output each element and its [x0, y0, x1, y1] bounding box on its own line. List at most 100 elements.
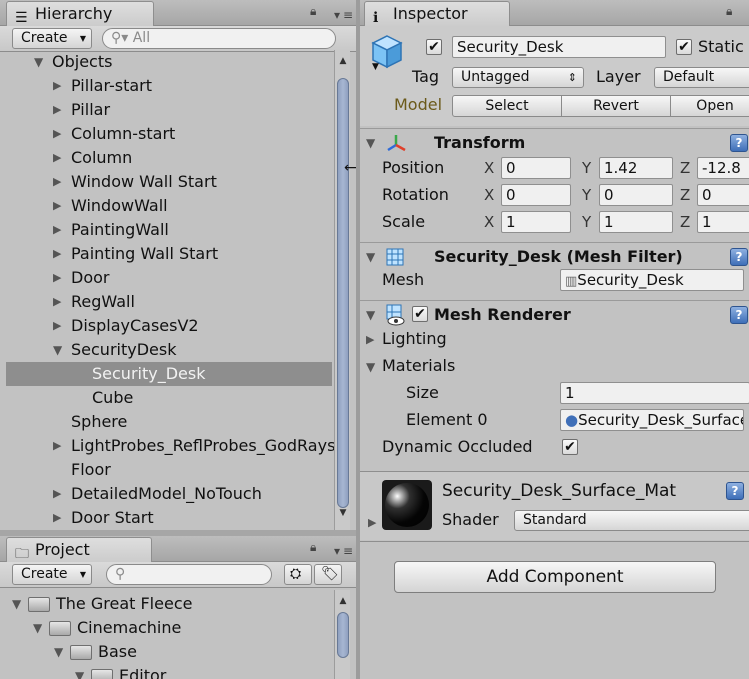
- mesh-renderer-header[interactable]: ▼ ✔ Mesh Renderer ?: [360, 300, 749, 328]
- collapsed-arrow-icon[interactable]: ▶: [53, 122, 61, 146]
- filter-by-type-button[interactable]: ⛭: [284, 564, 312, 585]
- expanded-arrow-icon[interactable]: ▼: [53, 338, 62, 362]
- rotation-z-label[interactable]: Z: [680, 184, 690, 206]
- tag-dropdown[interactable]: Untagged ⇕: [452, 67, 584, 88]
- project-folder-row[interactable]: ▼ Base: [0, 640, 334, 664]
- collapsed-arrow-icon[interactable]: ▶: [53, 314, 61, 338]
- project-scroll-thumb[interactable]: [337, 612, 349, 658]
- hierarchy-row[interactable]: ▶ Window Wall Start: [6, 170, 332, 194]
- lighting-collapsed-arrow-icon[interactable]: ▶: [366, 333, 374, 346]
- static-toggle[interactable]: ✔: [676, 39, 692, 55]
- mesh-object-field[interactable]: ▥Security_Desk: [560, 269, 744, 291]
- materials-size-field[interactable]: 1: [560, 382, 749, 404]
- active-toggle[interactable]: ✔: [426, 39, 442, 55]
- expanded-arrow-icon[interactable]: ▼: [366, 136, 375, 150]
- position-x-label[interactable]: X: [484, 157, 494, 179]
- expanded-arrow-icon[interactable]: ▼: [366, 250, 375, 264]
- help-icon[interactable]: ?: [726, 482, 744, 500]
- scale-x-label[interactable]: X: [484, 211, 494, 233]
- collapsed-arrow-icon[interactable]: ▶: [53, 506, 61, 530]
- hierarchy-row[interactable]: ▶ Door Start: [6, 506, 332, 530]
- mesh-renderer-enabled-toggle[interactable]: ✔: [412, 306, 428, 322]
- layer-dropdown[interactable]: Default: [654, 67, 749, 88]
- panel-menu-icon[interactable]: ▾≡: [334, 544, 356, 558]
- project-folder-row[interactable]: ▼ The Great Fleece: [0, 592, 334, 616]
- scale-z-field[interactable]: 1: [697, 211, 749, 233]
- hierarchy-row[interactable]: ▼ Objects: [6, 50, 332, 74]
- hierarchy-row[interactable]: ▶ DisplayCasesV2: [6, 314, 332, 338]
- model-open-button[interactable]: Open: [670, 95, 749, 117]
- hierarchy-row[interactable]: ▶ PaintingWall: [6, 218, 332, 242]
- mesh-filter-header[interactable]: ▼ Security_Desk (Mesh Filter) ?: [360, 242, 749, 270]
- expanded-arrow-icon[interactable]: ▼: [75, 664, 84, 679]
- model-revert-button[interactable]: Revert: [561, 95, 671, 117]
- expanded-arrow-icon[interactable]: ▼: [366, 308, 375, 322]
- expanded-arrow-icon[interactable]: ▼: [12, 592, 21, 616]
- hierarchy-search-input[interactable]: ⚲▾ All: [102, 28, 336, 49]
- vertical-splitter[interactable]: [356, 0, 360, 679]
- project-create-button[interactable]: Create ▼: [12, 564, 92, 585]
- hierarchy-create-button[interactable]: Create ▼: [12, 28, 92, 49]
- position-x-field[interactable]: 0: [501, 157, 571, 179]
- scroll-up-arrow-icon[interactable]: ▲: [337, 56, 349, 66]
- rotation-x-field[interactable]: 0: [501, 184, 571, 206]
- lock-icon[interactable]: 🔒︎: [310, 540, 319, 555]
- collapsed-arrow-icon[interactable]: ▶: [53, 170, 61, 194]
- prefab-dropdown-icon[interactable]: ▼: [372, 62, 379, 72]
- tab-project[interactable]: 🗀 Project: [6, 537, 152, 563]
- tab-hierarchy[interactable]: ☰ Hierarchy: [6, 1, 154, 27]
- collapsed-arrow-icon[interactable]: ▶: [53, 194, 61, 218]
- hierarchy-row[interactable]: Floor: [6, 458, 332, 482]
- lock-icon[interactable]: 🔒︎: [310, 4, 319, 19]
- model-select-button[interactable]: Select: [452, 95, 562, 117]
- object-name-field[interactable]: Security_Desk: [452, 36, 666, 58]
- lock-icon[interactable]: 🔒︎: [726, 4, 735, 19]
- hierarchy-row[interactable]: ▶ WindowWall: [6, 194, 332, 218]
- position-y-field[interactable]: 1.42: [599, 157, 673, 179]
- help-icon[interactable]: ?: [730, 134, 748, 152]
- expanded-arrow-icon[interactable]: ▼: [33, 616, 42, 640]
- hierarchy-row[interactable]: ▶ Painting Wall Start: [6, 242, 332, 266]
- hierarchy-row[interactable]: ▶ RegWall: [6, 290, 332, 314]
- scroll-down-arrow-icon[interactable]: ▼: [337, 508, 349, 518]
- lighting-foldout[interactable]: Lighting: [382, 328, 447, 350]
- project-folder-row[interactable]: ▼ Editor: [0, 664, 334, 679]
- collapsed-arrow-icon[interactable]: ▶: [53, 74, 61, 98]
- tab-inspector[interactable]: ℹ Inspector: [364, 1, 510, 27]
- hierarchy-row[interactable]: Cube: [6, 386, 332, 410]
- rotation-z-field[interactable]: 0: [697, 184, 749, 206]
- hierarchy-row[interactable]: ▶ Door: [6, 266, 332, 290]
- collapsed-arrow-icon[interactable]: ▶: [53, 242, 61, 266]
- position-y-label[interactable]: Y: [582, 157, 591, 179]
- expanded-arrow-icon[interactable]: ▼: [54, 640, 63, 664]
- shader-dropdown[interactable]: Standard: [514, 510, 749, 531]
- help-icon[interactable]: ?: [730, 306, 748, 324]
- scale-y-label[interactable]: Y: [582, 211, 591, 233]
- materials-expanded-arrow-icon[interactable]: ▼: [366, 360, 375, 374]
- filter-by-label-button[interactable]: 🏷︎: [314, 564, 342, 585]
- hierarchy-row[interactable]: ▶ Pillar-start: [6, 74, 332, 98]
- hierarchy-row[interactable]: ▶ Column: [6, 146, 332, 170]
- collapsed-arrow-icon[interactable]: ▶: [53, 218, 61, 242]
- hierarchy-row[interactable]: ▼ SecurityDesk: [6, 338, 332, 362]
- collapsed-arrow-icon[interactable]: ▶: [53, 146, 61, 170]
- rotation-x-label[interactable]: X: [484, 184, 494, 206]
- hierarchy-scrollbar[interactable]: ▲ ▼: [334, 50, 350, 530]
- element-0-material-field[interactable]: ●Security_Desk_Surface_Mat: [560, 409, 744, 431]
- help-icon[interactable]: ?: [730, 248, 748, 266]
- hierarchy-row[interactable]: ▶ LightProbes_ReflProbes_GodRays: [6, 434, 334, 458]
- dynamic-occluded-toggle[interactable]: ✔: [562, 439, 578, 455]
- transform-header[interactable]: ▼ Transform ?: [360, 128, 749, 156]
- project-folder-row[interactable]: ▼ Cinemachine: [0, 616, 334, 640]
- horizontal-splitter[interactable]: [0, 530, 356, 536]
- position-z-label[interactable]: Z: [680, 157, 690, 179]
- scale-y-field[interactable]: 1: [599, 211, 673, 233]
- rotation-y-field[interactable]: 0: [599, 184, 673, 206]
- collapsed-arrow-icon[interactable]: ▶: [53, 98, 61, 122]
- add-component-button[interactable]: Add Component: [394, 561, 716, 593]
- materials-foldout[interactable]: Materials: [382, 355, 455, 377]
- expanded-arrow-icon[interactable]: ▼: [34, 50, 43, 74]
- hierarchy-row[interactable]: ▶ DetailedModel_NoTouch: [6, 482, 332, 506]
- project-scrollbar[interactable]: ▲: [334, 590, 350, 679]
- hierarchy-row[interactable]: ▶ Pillar: [6, 98, 332, 122]
